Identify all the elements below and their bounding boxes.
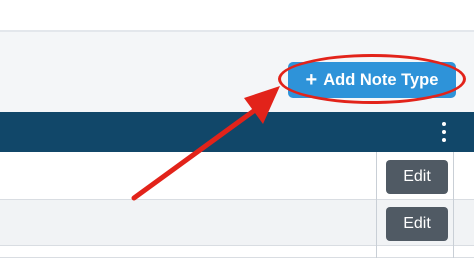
page: + Add Note Type Edit Edit bbox=[0, 0, 474, 258]
table-header bbox=[0, 112, 474, 152]
kebab-menu-icon[interactable] bbox=[440, 122, 448, 142]
add-note-type-button[interactable]: + Add Note Type bbox=[288, 62, 456, 98]
add-note-type-label: Add Note Type bbox=[323, 70, 439, 89]
edit-button[interactable]: Edit bbox=[386, 160, 448, 194]
top-bar bbox=[0, 0, 474, 30]
edit-button[interactable]: Edit bbox=[386, 207, 448, 241]
plus-icon: + bbox=[305, 69, 318, 91]
